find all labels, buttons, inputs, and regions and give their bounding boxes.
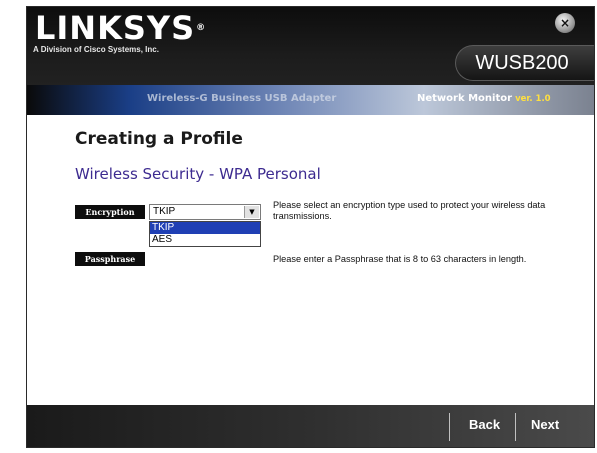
encryption-help-text: Please select an encryption type used to… [273,200,546,221]
linksys-logo: LINKSYS® [35,11,206,45]
brand-registered-mark: ® [196,23,207,33]
section-title: Wireless Security - WPA Personal [75,165,321,183]
footer-bar: Back Next [27,405,594,447]
product-bar: Wireless-G Business USB Adapter Network … [27,85,594,115]
encryption-selected-value: TKIP [153,206,176,217]
footer-divider-right [515,413,516,441]
setup-window: LINKSYS® A Division of Cisco Systems, In… [26,6,595,448]
back-button[interactable]: Back [469,417,500,432]
chevron-down-icon[interactable]: ▼ [244,206,259,218]
encryption-dropdown-list: TKIP AES [149,221,261,247]
model-name: WUSB200 [475,52,569,74]
footer-divider-left [449,413,450,441]
passphrase-help-text: Please enter a Passphrase that is 8 to 6… [273,254,527,264]
dropdown-option-aes[interactable]: AES [150,234,260,246]
product-name: Wireless-G Business USB Adapter [147,93,337,104]
header-bar: LINKSYS® A Division of Cisco Systems, In… [27,7,594,115]
brand-tagline: A Division of Cisco Systems, Inc. [33,45,159,54]
version-label: ver. 1.0 [515,94,551,104]
monitor-text: Network Monitor [417,93,513,104]
next-button[interactable]: Next [531,417,559,432]
network-monitor-label: Network Monitor ver. 1.0 [417,93,551,104]
close-icon[interactable]: × [555,13,575,33]
dropdown-option-tkip[interactable]: TKIP [150,222,260,234]
passphrase-label: Passphrase [75,252,145,266]
page-title: Creating a Profile [75,129,243,149]
model-tab: WUSB200 [455,45,594,81]
brand-name: LINKSYS [35,9,196,47]
encryption-select[interactable]: TKIP ▼ [149,204,261,220]
encryption-label: Encryption [75,205,145,219]
